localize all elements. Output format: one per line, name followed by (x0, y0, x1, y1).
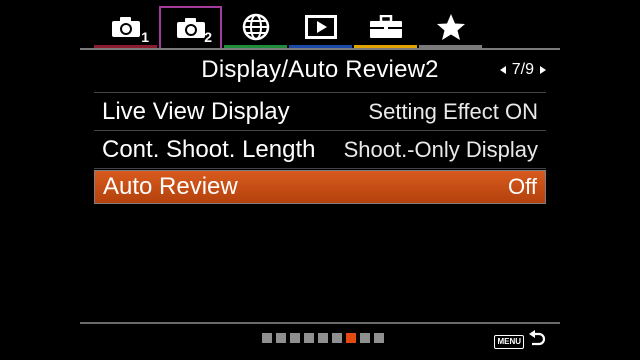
page-dot (318, 333, 328, 343)
menu-item-value: Off (508, 174, 537, 199)
page-dots (262, 333, 384, 343)
menu-header: Display/Auto Review2 7/9 (94, 50, 546, 90)
toolbox-icon (369, 15, 403, 39)
page-dot (262, 333, 272, 343)
tab-network[interactable] (224, 6, 287, 48)
page-dot (374, 333, 384, 343)
tab-bar: 1 2 (94, 6, 482, 48)
star-icon (436, 13, 466, 41)
tab-number: 2 (204, 29, 212, 45)
tab-shooting-1[interactable]: 1 (94, 6, 157, 48)
page-dot (360, 333, 370, 343)
footer-divider (80, 322, 560, 324)
camera-icon (176, 17, 206, 39)
menu-item-cont-shoot-length[interactable]: Cont. Shoot. Length Shoot.-Only Display (94, 133, 546, 167)
page-dot (276, 333, 286, 343)
arrow-left-icon[interactable] (499, 66, 506, 74)
page-dot (290, 333, 300, 343)
page-indicator: 7/9 (499, 50, 546, 90)
menu-item-label: Cont. Shoot. Length (102, 136, 316, 163)
play-icon (304, 15, 337, 39)
page-dot (346, 333, 356, 343)
menu-item-label: Auto Review (103, 173, 238, 200)
header-divider (94, 92, 546, 93)
row-divider (94, 168, 546, 169)
menu-item-auto-review[interactable]: Auto Review Off (94, 170, 546, 204)
page-dot (304, 333, 314, 343)
arrow-right-icon[interactable] (540, 66, 546, 74)
menu-item-label: Live View Display (102, 98, 290, 125)
row-divider (94, 130, 546, 131)
menu-return-button[interactable]: MENU (494, 330, 546, 353)
menu-button-label: MENU (494, 334, 524, 349)
tab-shooting-2[interactable]: 2 (159, 6, 222, 48)
return-icon (528, 330, 546, 353)
menu-item-value: Setting Effect ON (368, 99, 538, 124)
page-dot (332, 333, 342, 343)
menu-item-value: Shoot.-Only Display (343, 137, 538, 162)
camera-menu-screen: 1 2 Display/Auto Review2 7/9 Live View D… (0, 0, 640, 360)
tab-number: 1 (141, 29, 149, 45)
camera-icon (111, 16, 141, 38)
tab-setup[interactable] (354, 6, 417, 48)
globe-icon (242, 13, 270, 41)
menu-item-live-view-display[interactable]: Live View Display Setting Effect ON (94, 95, 546, 129)
page-number: 7/9 (511, 61, 534, 78)
tab-my-menu[interactable] (419, 6, 482, 48)
page-title: Display/Auto Review2 (201, 56, 439, 83)
tab-playback[interactable] (289, 6, 352, 48)
